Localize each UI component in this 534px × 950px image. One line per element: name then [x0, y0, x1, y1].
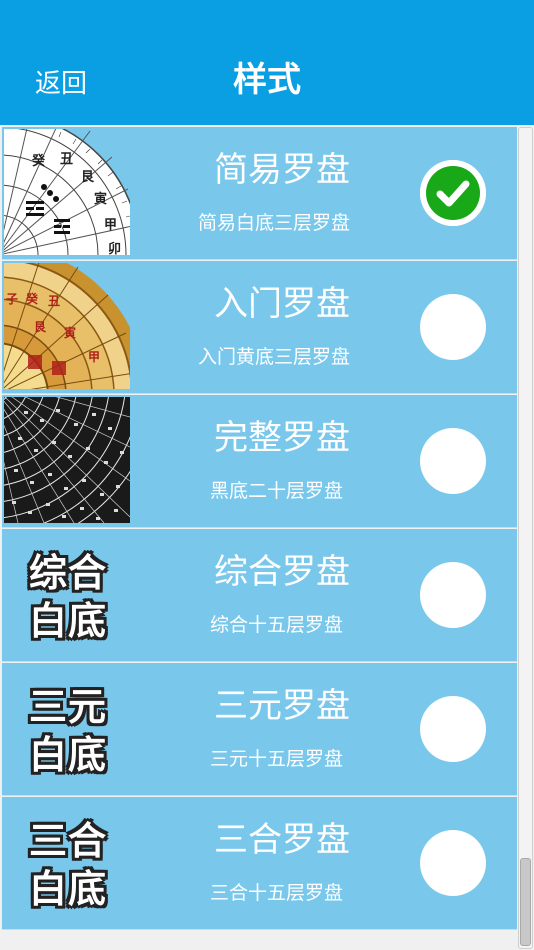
compass-glyph: 甲: [88, 350, 100, 364]
compass-glyph: 癸: [25, 291, 39, 306]
compass-glyph: 子: [6, 292, 18, 306]
item-name: 简易罗盘: [214, 150, 350, 190]
select-radio[interactable]: [420, 428, 486, 494]
beginner-compass-thumbnail: 子 癸 丑 艮 寅 甲: [4, 263, 130, 389]
item-name: 三元罗盘: [214, 686, 350, 726]
item-name: 入门罗盘: [214, 284, 350, 324]
item-description: 简易白底三层罗盘: [197, 212, 350, 234]
thumb-line-2: 白底: [28, 867, 107, 911]
full-compass-thumbnail: [4, 397, 130, 523]
list-item-full-compass[interactable]: 完整罗盘 黑底二十层罗盘: [2, 395, 517, 528]
thumb-line-1: 三合: [28, 819, 107, 863]
thumb-line-1: 综合: [28, 551, 107, 595]
simple-compass-thumbnail: 癸 丑 艮 寅 甲 卯: [4, 129, 130, 255]
compass-glyph: 寅: [94, 191, 107, 207]
compass-glyph: 丑: [60, 152, 73, 167]
list-item-sanyuan-compass[interactable]: 三元 白底 三元罗盘 三元十五层罗盘: [2, 663, 517, 796]
checkmark-circle-icon: [420, 160, 486, 226]
thumb-line-2: 白底: [28, 599, 107, 643]
thumb-line-2: 白底: [28, 733, 107, 777]
compass-glyph: 卯: [108, 241, 121, 255]
page-title: 样式: [233, 60, 301, 100]
compass-glyph: 寅: [64, 325, 76, 340]
list-item-simple-compass[interactable]: 癸 丑 艮 寅 甲 卯 简易罗盘 简易白底三层罗盘: [2, 127, 517, 260]
list-item-beginner-compass[interactable]: 子 癸 丑 艮 寅 甲 入门罗盘 入门黄底三层罗盘: [2, 261, 517, 394]
style-list: 癸 丑 艮 寅 甲 卯 简易罗盘 简易白底三层罗盘 子 癸 丑 艮 寅 甲 入门…: [0, 125, 534, 950]
item-name: 三合罗盘: [214, 820, 350, 860]
compass-glyph: 甲: [104, 218, 117, 233]
vertical-scrollbar[interactable]: [518, 127, 533, 949]
compass-glyph: 丑: [48, 294, 60, 308]
composite-thumbnail: 综合 白底: [6, 541, 130, 653]
item-description: 三元十五层罗盘: [209, 748, 343, 770]
thumb-line-1: 三元: [28, 685, 107, 729]
sanyuan-thumbnail: 三元 白底: [6, 675, 130, 787]
item-name: 综合罗盘: [214, 552, 350, 592]
sanhe-thumbnail: 三合 白底: [6, 809, 130, 921]
select-radio[interactable]: [420, 294, 486, 360]
compass-glyph: 癸: [31, 153, 46, 169]
item-name: 完整罗盘: [214, 418, 350, 458]
list-item-sanhe-compass[interactable]: 三合 白底 三合罗盘 三合十五层罗盘: [2, 797, 517, 930]
item-description: 入门黄底三层罗盘: [197, 346, 350, 368]
select-radio[interactable]: [420, 830, 486, 896]
list-item-composite-compass[interactable]: 综合 白底 综合罗盘 综合十五层罗盘: [2, 529, 517, 662]
select-radio-checked[interactable]: [420, 160, 486, 226]
item-description: 综合十五层罗盘: [209, 614, 343, 636]
select-radio[interactable]: [420, 562, 486, 628]
compass-glyph: 艮: [34, 320, 47, 334]
item-description: 三合十五层罗盘: [209, 882, 343, 904]
select-radio[interactable]: [420, 696, 486, 762]
top-bar: 返回 样式: [0, 0, 534, 125]
compass-glyph: 艮: [81, 170, 95, 185]
item-description: 黑底二十层罗盘: [209, 480, 343, 502]
scrollbar-thumb[interactable]: [520, 858, 531, 946]
